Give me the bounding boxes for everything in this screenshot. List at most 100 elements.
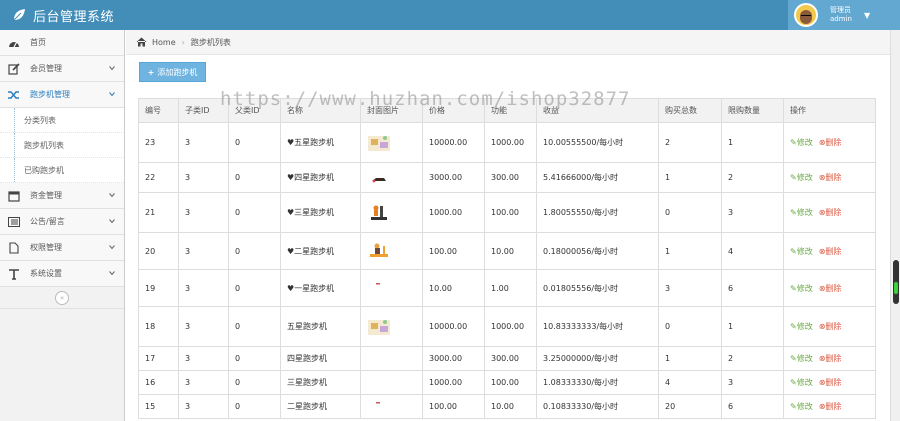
table-cell: 10.00555500/每小时 (536, 122, 659, 163)
text-icon (8, 268, 20, 280)
chevron-down-icon (109, 271, 115, 276)
table-cell: 3 (178, 192, 229, 233)
delete-button[interactable]: ⊗删除 (819, 138, 842, 147)
column-header: 价格 (422, 98, 485, 123)
table-cell: 23 (138, 122, 179, 163)
breadcrumb-home[interactable]: Home (152, 38, 176, 47)
table-cell: 0 (228, 122, 281, 163)
sidebar-item-funds[interactable]: 资金管理 (0, 183, 124, 209)
table-cell: 0 (228, 370, 281, 395)
actions-cell: ✎修改 ⊗删除 (783, 122, 876, 163)
add-treadmill-button[interactable]: + 添加跑步机 (139, 62, 206, 82)
file-icon (8, 241, 20, 254)
table-cell: 10.00 (484, 232, 537, 270)
table-cell: 2 (721, 346, 784, 371)
table-cell: 6 (721, 394, 784, 419)
delete-button[interactable]: ⊗删除 (819, 208, 842, 217)
edit-button[interactable]: ✎修改 (790, 322, 813, 331)
table-row: 19 3 0 ♥一星跑步机 10.00 1.00 0.01805556/每小时 3 6 ✎修改 ⊗删… (138, 269, 876, 307)
sidebar-subitem-purchased[interactable]: 已购跑步机 (0, 158, 124, 183)
add-treadmill-label: 添加跑步机 (157, 67, 198, 77)
delete-button[interactable]: ⊗删除 (819, 173, 842, 182)
actions-cell: ✎修改 ⊗删除 (783, 346, 876, 371)
sidebar-item-permissions[interactable]: 权限管理 (0, 235, 124, 261)
table-cell: 0 (228, 394, 281, 419)
edit-button[interactable]: ✎修改 (790, 247, 813, 256)
sidebar-item-members[interactable]: 会员管理 (0, 56, 124, 82)
delete-button[interactable]: ⊗删除 (819, 354, 842, 363)
table-cell: 3000.00 (422, 346, 485, 371)
edit-button[interactable]: ✎修改 (790, 402, 813, 411)
sidebar-item-notices[interactable]: 公告/留言 (0, 209, 124, 235)
table-cell: 1000.00 (484, 122, 537, 163)
table-cell: 2 (721, 162, 784, 193)
sidebar-subitem-category-list[interactable]: 分类列表 (0, 108, 124, 133)
table-cell: 0.01805556/每小时 (536, 269, 659, 307)
shuffle-icon (8, 89, 20, 101)
table-cell: 3 (178, 306, 229, 347)
table-cell: 3 (178, 370, 229, 395)
user-menu[interactable]: 管理员 admin ▼ (788, 0, 900, 30)
table-row: 23 3 0 ♥五星跑步机 10000.00 1000.00 10.00555500/每小时… (138, 122, 876, 163)
table-row: 15 3 0 二星跑步机 100.00 10.00 0.10833330/每小时 20 6 ✎修改… (138, 394, 876, 419)
leaf-icon (13, 9, 25, 21)
cover-image-cell (360, 192, 423, 233)
user-name: admin (830, 15, 852, 23)
table-body: 23 3 0 ♥五星跑步机 10000.00 1000.00 10.00555500/每小时… (138, 122, 876, 419)
actions-cell: ✎修改 ⊗删除 (783, 192, 876, 233)
table-cell: 0.10833330/每小时 (536, 394, 659, 419)
home-icon (136, 37, 147, 47)
delete-button[interactable]: ⊗删除 (819, 284, 842, 293)
scrollbar-thumb[interactable] (893, 260, 899, 304)
user-role: 管理员 (830, 6, 851, 14)
table-cell: 22 (138, 162, 179, 193)
table-cell: 3 (721, 370, 784, 395)
table-cell: 0 (228, 306, 281, 347)
table-cell: 0 (228, 192, 281, 233)
table-row: 17 3 0 四星跑步机 3000.00 300.00 3.25000000/每小时 1 2 ✎修… (138, 346, 876, 371)
edit-button[interactable]: ✎修改 (790, 138, 813, 147)
sidebar-item-label: 公告/留言 (30, 217, 65, 226)
sidebar-item-settings[interactable]: 系统设置 (0, 261, 124, 287)
delete-button[interactable]: ⊗删除 (819, 378, 842, 387)
table-cell: 3 (178, 394, 229, 419)
column-header: 功能 (484, 98, 537, 123)
table-cell: 3 (178, 122, 229, 163)
cover-image-cell (360, 232, 423, 270)
sidebar-item-home[interactable]: 首页 (0, 30, 124, 56)
sidebar-subitem-treadmill-list[interactable]: 跑步机列表 (0, 133, 124, 158)
cover-image-cell (360, 162, 423, 193)
dashboard-icon (8, 37, 20, 49)
table-cell: 10.83333333/每小时 (536, 306, 659, 347)
sidebar-item-label: 会员管理 (30, 64, 62, 73)
sidebar-item-treadmills[interactable]: 跑步机管理 (0, 82, 124, 108)
table-cell: 3.25000000/每小时 (536, 346, 659, 371)
caret-down-icon: ▼ (863, 10, 871, 20)
page-scrollbar[interactable] (890, 30, 900, 421)
table-cell: 0 (658, 306, 722, 347)
edit-button[interactable]: ✎修改 (790, 208, 813, 217)
breadcrumb-separator: › (181, 37, 185, 47)
table-cell: 15 (138, 394, 179, 419)
brand[interactable]: 后台管理系统 (12, 5, 114, 25)
table-cell: 1 (658, 232, 722, 270)
treadmill-table-wrap: 编号 子类ID 父类ID 名称 封面图片 价格 功能 收益 购买总数 限购数量 操作 23 3 0 ♥五星… (138, 98, 876, 419)
chevron-down-icon (109, 219, 115, 224)
table-cell: 3 (178, 232, 229, 270)
table-cell: 二星跑步机 (280, 394, 361, 419)
sidebar-collapse-button[interactable]: « (55, 290, 69, 305)
edit-button[interactable]: ✎修改 (790, 354, 813, 363)
delete-button[interactable]: ⊗删除 (819, 247, 842, 256)
breadcrumb-current: 跑步机列表 (190, 37, 231, 47)
edit-button[interactable]: ✎修改 (790, 378, 813, 387)
edit-button[interactable]: ✎修改 (790, 284, 813, 293)
table-cell: 10000.00 (422, 306, 485, 347)
edit-button[interactable]: ✎修改 (790, 173, 813, 182)
table-cell: 3 (721, 192, 784, 233)
cover-thumbnail (367, 278, 391, 298)
chevron-down-icon (109, 245, 115, 250)
delete-button[interactable]: ⊗删除 (819, 402, 842, 411)
table-cell: 1 (721, 306, 784, 347)
breadcrumb: Home › 跑步机列表 (126, 30, 890, 55)
delete-button[interactable]: ⊗删除 (819, 322, 842, 331)
